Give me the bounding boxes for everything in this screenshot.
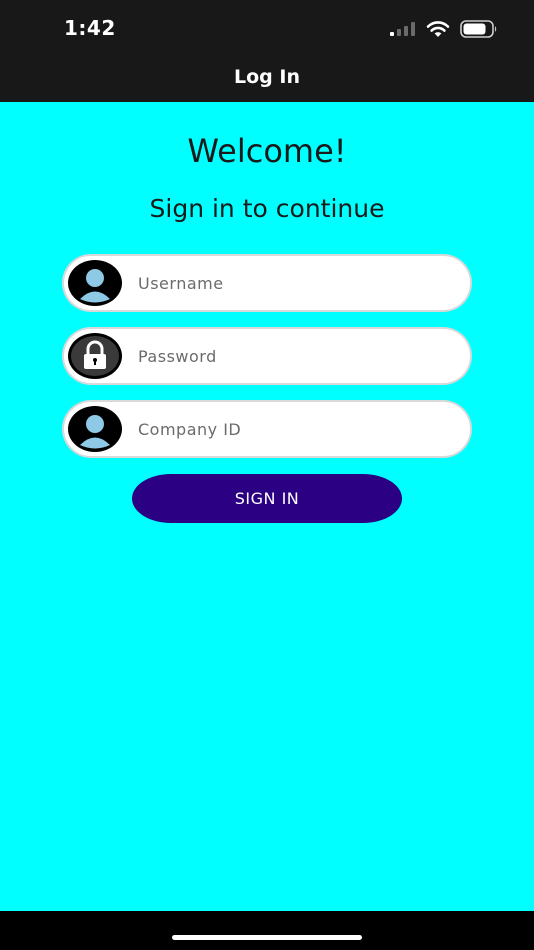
- battery-icon: [460, 20, 497, 38]
- status-time: 1:42: [64, 16, 116, 40]
- signin-subtitle: Sign in to continue: [149, 194, 385, 223]
- company-id-field[interactable]: [64, 402, 470, 456]
- navigation-bar: Log In: [0, 58, 534, 102]
- company-id-input[interactable]: [138, 402, 448, 456]
- welcome-heading: Welcome!: [187, 132, 347, 170]
- lock-icon: [68, 333, 122, 379]
- username-input[interactable]: [138, 256, 448, 310]
- status-bar: 1:42: [0, 0, 534, 58]
- home-indicator[interactable]: [172, 935, 362, 940]
- home-indicator-area: [0, 911, 534, 950]
- username-field[interactable]: [64, 256, 470, 310]
- wifi-icon: [426, 20, 450, 37]
- status-icons: [390, 18, 498, 40]
- password-field[interactable]: [64, 329, 470, 383]
- sign-in-button[interactable]: SIGN IN: [132, 474, 402, 523]
- cellular-signal-icon: [390, 22, 415, 36]
- nav-title: Log In: [234, 66, 300, 88]
- user-avatar-icon: [68, 260, 122, 306]
- password-input[interactable]: [138, 329, 448, 383]
- user-avatar-icon: [68, 406, 122, 452]
